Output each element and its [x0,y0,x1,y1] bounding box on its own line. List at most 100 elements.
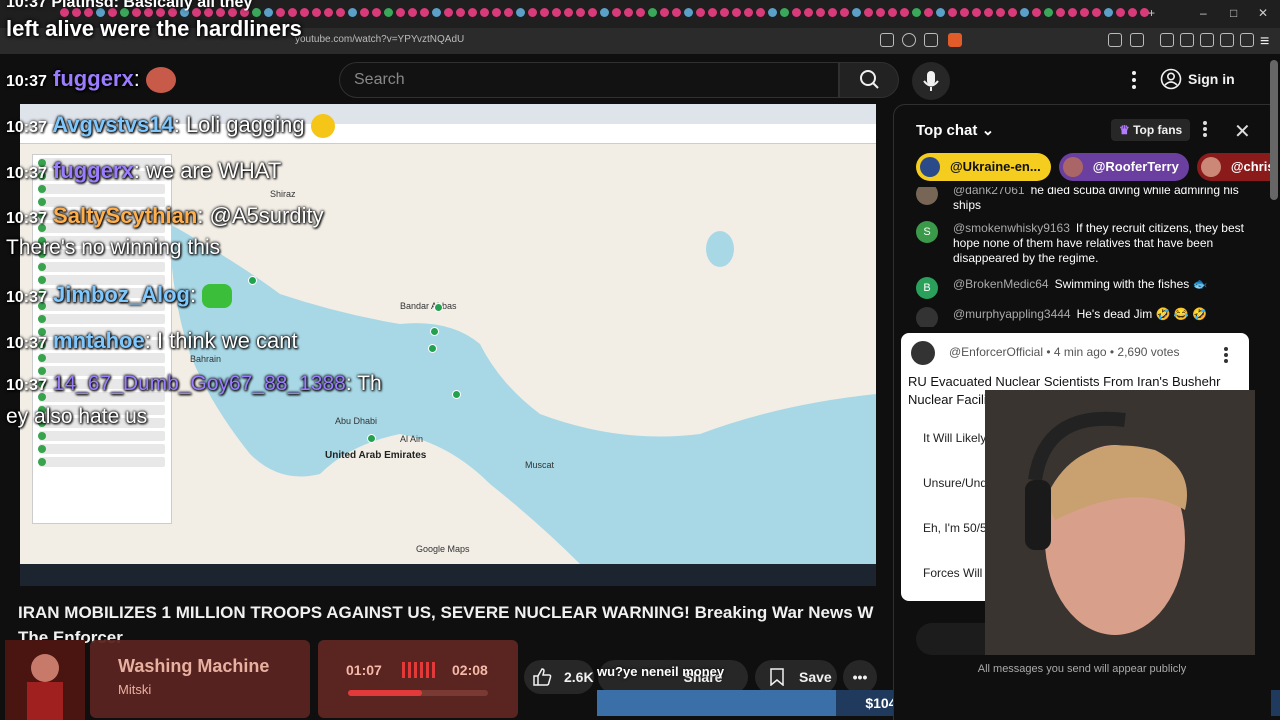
supporter-chip[interactable]: @chrisfei [1196,153,1272,181]
close-chat-button[interactable]: ✕ [1234,119,1251,144]
map-pin-marker[interactable] [428,344,437,353]
browser-tab[interactable] [936,8,945,17]
browser-tab[interactable] [792,8,801,17]
browser-tab[interactable] [960,8,969,17]
browser-tab[interactable] [540,8,549,17]
settings-menu-button[interactable] [1124,68,1144,90]
browser-tab[interactable] [456,8,465,17]
extensions-icon[interactable] [1108,33,1122,47]
chat-mode-label[interactable]: Top chat [916,122,977,139]
browser-tab[interactable] [396,8,405,17]
chat-mode-selector[interactable]: Top chat ⌄ [916,121,994,139]
browser-tab[interactable] [1056,8,1065,17]
maximize-icon[interactable]: □ [1230,6,1237,20]
browser-tab[interactable] [744,8,753,17]
supporter-chip[interactable]: @RooferTerry [1058,153,1189,181]
browser-tab[interactable] [708,8,717,17]
more-actions-button[interactable]: ••• [843,660,877,694]
vpn-icon[interactable] [1240,33,1254,47]
map-list-item[interactable] [38,184,165,194]
browser-tab[interactable] [1092,8,1101,17]
browser-tab[interactable] [984,8,993,17]
map-pin-marker[interactable] [452,390,461,399]
browser-tab[interactable] [684,8,693,17]
chat-author[interactable]: @BrokenMedic64 [953,277,1049,291]
chat-author[interactable]: @murphyappling3444 [953,307,1071,321]
browser-tab[interactable] [420,8,429,17]
browser-tab[interactable] [480,8,489,17]
browser-tab[interactable] [624,8,633,17]
browser-tab[interactable] [804,8,813,17]
browser-tab[interactable] [1008,8,1017,17]
map-list-item[interactable] [38,262,165,272]
top-fans-button[interactable]: ♛ Top fans [1111,119,1191,141]
media-icon[interactable] [1160,33,1174,47]
search-button[interactable] [839,62,899,98]
ai-icon[interactable] [1220,33,1234,47]
brave-shield-icon[interactable] [948,33,962,47]
like-button[interactable]: 2.6K [524,660,594,694]
browser-tab[interactable] [768,8,777,17]
cast-icon[interactable] [880,33,894,47]
browser-tab[interactable] [588,8,597,17]
browser-tab[interactable] [924,8,933,17]
browser-tab[interactable] [972,8,981,17]
browser-tab[interactable] [576,8,585,17]
map-list-item[interactable] [38,431,165,441]
save-button[interactable]: Save [755,660,837,694]
page-scrollbar[interactable] [1270,60,1278,200]
browser-tab[interactable] [612,8,621,17]
browser-tab[interactable] [432,8,441,17]
browser-tab[interactable] [720,8,729,17]
wallet-icon[interactable] [1200,33,1214,47]
voice-search-button[interactable] [912,62,950,100]
browser-tab[interactable] [672,8,681,17]
browser-tab[interactable] [732,8,741,17]
sign-in-button[interactable]: Sign in [1160,66,1235,92]
browser-tab[interactable] [564,8,573,17]
browser-tab[interactable] [756,8,765,17]
browser-tab[interactable] [996,8,1005,17]
share-page-icon[interactable] [924,33,938,47]
map-list-item[interactable] [38,353,165,363]
screenshot-icon[interactable] [1130,33,1144,47]
map-pin-marker[interactable] [430,327,439,336]
browser-tab[interactable] [408,8,417,17]
browser-tab[interactable] [444,8,453,17]
browser-tab[interactable] [348,8,357,17]
sidebar-icon[interactable] [1180,33,1194,47]
poll-menu-button[interactable] [1223,345,1229,365]
browser-tab[interactable] [492,8,501,17]
browser-tab[interactable] [900,8,909,17]
browser-tab[interactable] [648,8,657,17]
browser-tab[interactable] [660,8,669,17]
browser-tab[interactable] [696,8,705,17]
map-pin-marker[interactable] [434,303,443,312]
menu-icon[interactable]: ≡ [1260,33,1274,50]
browser-tab[interactable] [888,8,897,17]
browser-tab[interactable] [852,8,861,17]
close-window-icon[interactable]: ✕ [1258,6,1268,20]
chat-author[interactable]: @dank27061 [953,187,1025,197]
browser-tab[interactable] [468,8,477,17]
search-input[interactable]: Search [339,62,839,98]
browser-tab[interactable] [600,8,609,17]
browser-tab[interactable] [876,8,885,17]
url-text[interactable]: youtube.com/watch?v=YPYvztNQAdU [295,34,464,45]
browser-tab[interactable] [1032,8,1041,17]
browser-tab[interactable] [312,8,321,17]
browser-tab[interactable] [864,8,873,17]
map-list-item[interactable] [38,444,165,454]
browser-tab[interactable] [840,8,849,17]
zoom-icon[interactable] [902,33,916,47]
sign-in-label[interactable]: Sign in [1188,71,1235,87]
browser-tab[interactable] [816,8,825,17]
browser-tab[interactable] [336,8,345,17]
chat-author[interactable]: @smokenwhisky9163 [953,221,1070,235]
minimize-icon[interactable]: – [1200,6,1207,20]
chat-menu-button[interactable] [1200,119,1210,139]
browser-tab[interactable] [1104,8,1113,17]
browser-tab[interactable] [504,8,513,17]
browser-tab[interactable] [1128,8,1137,17]
map-list-item[interactable] [38,457,165,467]
